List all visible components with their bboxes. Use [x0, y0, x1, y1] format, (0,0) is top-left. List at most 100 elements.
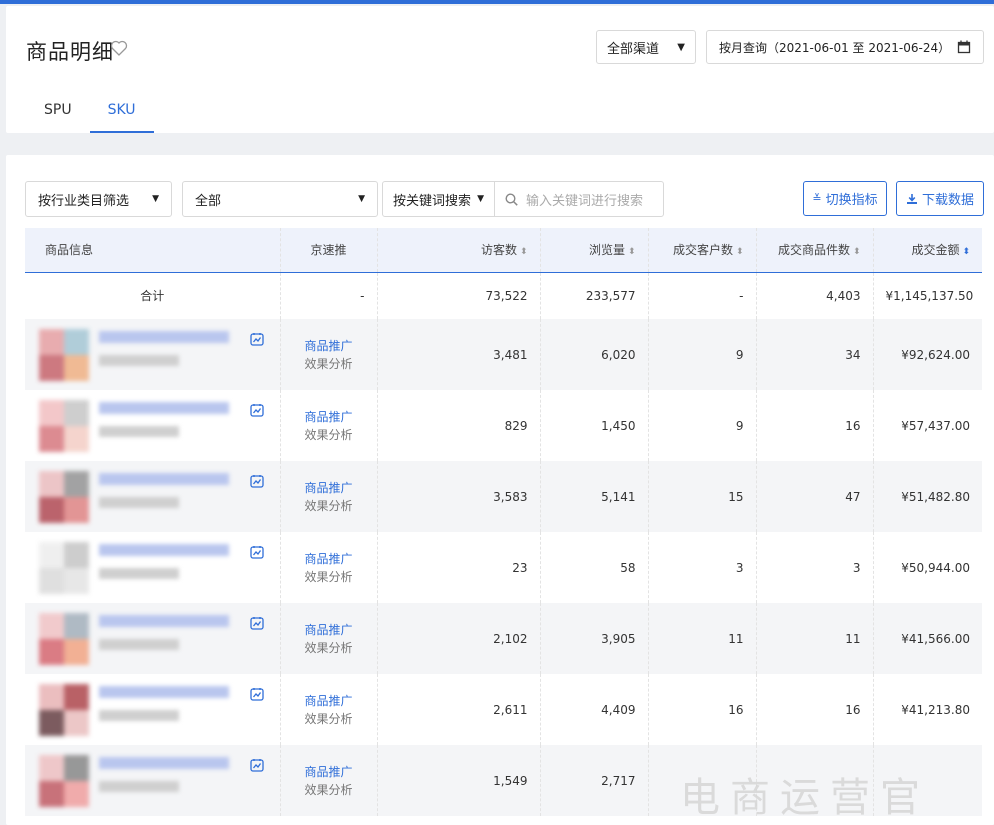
views-cell: 2,717: [540, 745, 649, 816]
download-data-button[interactable]: 下载数据: [896, 181, 984, 216]
amount-cell: ¥51,482.80: [873, 461, 982, 532]
customers-cell: 9: [648, 390, 757, 461]
effect-analysis-link[interactable]: 效果分析: [305, 355, 365, 373]
product-promotion-link[interactable]: 商品推广: [305, 337, 365, 355]
product-name-redacted[interactable]: [99, 473, 229, 485]
product-thumbnail[interactable]: [39, 613, 89, 665]
product-thumbnail[interactable]: [39, 542, 89, 594]
trend-chart-icon[interactable]: [249, 615, 265, 631]
effect-analysis-link[interactable]: 效果分析: [305, 710, 365, 728]
product-thumbnail[interactable]: [39, 755, 89, 807]
product-info-cell: [25, 674, 281, 745]
product-sku-redacted: [99, 710, 179, 721]
keyword-type-label: 按关键词搜索: [393, 193, 472, 209]
summary-items: 4,403: [756, 272, 874, 319]
trend-chart-icon[interactable]: [249, 331, 265, 347]
product-promotion-link[interactable]: 商品推广: [305, 621, 365, 639]
col-header-customers[interactable]: 成交客户数 ⬍: [648, 228, 757, 273]
product-sku-redacted: [99, 781, 179, 792]
product-sku-redacted: [99, 355, 179, 366]
col-header-items[interactable]: 成交商品件数 ⬍: [756, 228, 874, 273]
jst-cell: 商品推广 效果分析: [280, 674, 378, 745]
trend-chart-icon[interactable]: [249, 402, 265, 418]
page-title: 商品明细: [26, 40, 114, 64]
keyword-search-group: 按关键词搜索 ▼ 输入关键词进行搜索: [382, 181, 664, 217]
views-cell: 1,450: [540, 390, 649, 461]
caret-down-icon: ▼: [477, 194, 484, 204]
col-header-amount[interactable]: 成交金额 ⬍: [873, 228, 982, 273]
table-row: 商品推广 效果分析 3,583 5,141 15 47 ¥51,482.80: [25, 461, 982, 532]
product-name-redacted[interactable]: [99, 757, 229, 769]
product-promotion-link[interactable]: 商品推广: [305, 692, 365, 710]
trend-chart-icon[interactable]: [249, 757, 265, 773]
effect-analysis-link[interactable]: 效果分析: [305, 639, 365, 657]
product-thumbnail[interactable]: [39, 329, 89, 381]
sort-icon: ⬍: [735, 247, 744, 258]
summary-jst: -: [280, 272, 378, 319]
product-name-redacted[interactable]: [99, 544, 229, 556]
items-cell: 34: [756, 319, 874, 390]
product-info-cell: [25, 532, 281, 603]
product-name-redacted[interactable]: [99, 402, 229, 414]
customers-cell: 3: [648, 532, 757, 603]
keyword-search-input[interactable]: 输入关键词进行搜索: [495, 182, 663, 216]
tab-spu[interactable]: SPU: [26, 92, 90, 133]
calendar-icon: [957, 40, 971, 54]
tab-sku[interactable]: SKU: [89, 92, 154, 133]
summary-customers: -: [648, 272, 757, 319]
effect-analysis-link[interactable]: 效果分析: [305, 497, 365, 515]
col-header-views-label: 浏览量: [588, 243, 625, 258]
col-header-visitors[interactable]: 访客数 ⬍: [377, 228, 541, 273]
product-promotion-link[interactable]: 商品推广: [305, 408, 365, 426]
product-name-redacted[interactable]: [99, 615, 229, 627]
jst-cell: 商品推广 效果分析: [280, 390, 378, 461]
items-cell: 16: [756, 674, 874, 745]
date-range-value: 按月查询（2021-06-01 至 2021-06-24）: [719, 40, 951, 55]
jst-cell: 商品推广 效果分析: [280, 603, 378, 674]
product-info-cell: [25, 461, 281, 532]
product-info-cell: [25, 390, 281, 461]
jst-cell: 商品推广 效果分析: [280, 319, 378, 390]
product-name-redacted[interactable]: [99, 331, 229, 343]
visitors-cell: 23: [377, 532, 541, 603]
trend-chart-icon[interactable]: [249, 473, 265, 489]
views-cell: 4,409: [540, 674, 649, 745]
switch-metrics-button[interactable]: ≚ 切换指标: [803, 181, 887, 216]
effect-analysis-link[interactable]: 效果分析: [305, 781, 365, 799]
top-accent-bar: [0, 0, 994, 4]
views-cell: 3,905: [540, 603, 649, 674]
summary-amount: ¥1,145,137.50: [885, 288, 974, 303]
summary-visitors: 73,522: [377, 272, 541, 319]
visitors-cell: 829: [377, 390, 541, 461]
chevron-double-down-icon: ≚: [812, 192, 822, 205]
product-name-redacted[interactable]: [99, 686, 229, 698]
download-icon: [906, 193, 917, 204]
channel-select[interactable]: 全部渠道 ▼: [596, 30, 696, 64]
trend-chart-icon[interactable]: [249, 686, 265, 702]
effect-analysis-link[interactable]: 效果分析: [305, 426, 365, 444]
effect-analysis-link[interactable]: 效果分析: [305, 568, 365, 586]
main-card: 按行业类目筛选 ▼ 全部 ▼ 按关键词搜索 ▼ 输入关键词进行搜索 ≚ 切换指标…: [6, 155, 994, 825]
keyword-type-select[interactable]: 按关键词搜索 ▼: [383, 182, 495, 216]
sort-icon: ⬍: [852, 247, 861, 258]
table-row: 商品推广 效果分析 2,611 4,409 16 16 ¥41,213.80: [25, 674, 982, 745]
col-header-views[interactable]: 浏览量 ⬍: [540, 228, 649, 273]
product-thumbnail[interactable]: [39, 400, 89, 452]
industry-filter-select[interactable]: 按行业类目筛选 ▼: [25, 181, 172, 217]
category-select[interactable]: 全部 ▼: [182, 181, 378, 217]
amount-cell: ¥41,566.00: [873, 603, 982, 674]
heart-icon[interactable]: [109, 38, 129, 58]
header-card: 商品明细 全部渠道 ▼ 按月查询（2021-06-01 至 2021-06-24…: [6, 6, 994, 133]
col-header-amount-label: 成交金额: [911, 243, 960, 258]
product-promotion-link[interactable]: 商品推广: [305, 550, 365, 568]
visitors-cell: 2,102: [377, 603, 541, 674]
amount-cell: ¥41,213.80: [901, 702, 970, 717]
customers-cell: 11: [648, 603, 757, 674]
product-promotion-link[interactable]: 商品推广: [305, 479, 365, 497]
product-thumbnail[interactable]: [39, 471, 89, 523]
trend-chart-icon[interactable]: [249, 544, 265, 560]
date-range-picker[interactable]: 按月查询（2021-06-01 至 2021-06-24）: [706, 30, 984, 64]
product-promotion-link[interactable]: 商品推广: [305, 763, 365, 781]
product-sku-redacted: [99, 426, 179, 437]
product-thumbnail[interactable]: [39, 684, 89, 736]
